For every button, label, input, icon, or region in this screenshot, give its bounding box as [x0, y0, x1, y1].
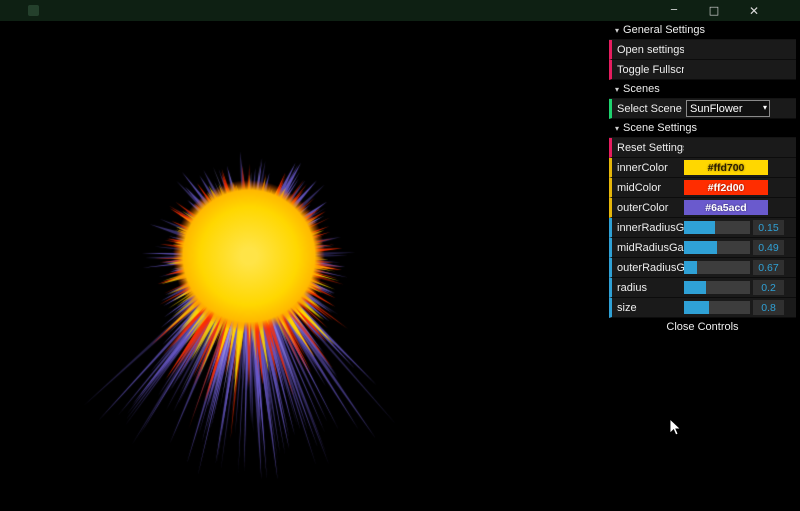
toggle-fullscreen-button[interactable]: Toggle Fullscreen	[609, 60, 796, 80]
row-label: radius	[617, 282, 684, 294]
select-scene-row: Select Scene SunFlower ▾	[609, 99, 796, 119]
row-label: innerRadiusGain	[617, 222, 684, 234]
slider-fill	[684, 241, 717, 254]
window-controls: ─ □ ✕	[654, 0, 774, 21]
radius-row: radius 0.2	[609, 278, 796, 298]
close-controls-button[interactable]: Close Controls	[609, 318, 796, 336]
folder-label: Scene Settings	[623, 122, 697, 134]
inner-radius-gain-row: innerRadiusGain 0.15	[609, 218, 796, 238]
row-label: Reset Settings	[617, 142, 684, 154]
outer-color-swatch[interactable]: #6a5acd	[684, 200, 768, 215]
reset-settings-button[interactable]: Reset Settings	[609, 138, 796, 158]
radius-value[interactable]: 0.2	[753, 280, 784, 295]
row-label: innerColor	[617, 162, 684, 174]
row-label: midRadiusGain	[617, 242, 684, 254]
inner-radius-gain-slider[interactable]	[684, 221, 750, 234]
row-label: size	[617, 302, 684, 314]
row-label: Open settings in Window	[617, 44, 684, 56]
title-bar: ─ □ ✕	[0, 0, 800, 21]
size-value[interactable]: 0.8	[753, 300, 784, 315]
row-label: Toggle Fullscreen	[617, 64, 684, 76]
scene-select[interactable]: SunFlower	[686, 100, 770, 117]
outer-radius-gain-row: outerRadiusGain 0.67	[609, 258, 796, 278]
folder-scenes[interactable]: ▾ Scenes	[609, 80, 796, 99]
inner-color-swatch[interactable]: #ffd700	[684, 160, 768, 175]
outer-radius-gain-slider[interactable]	[684, 261, 750, 274]
radius-slider[interactable]	[684, 281, 750, 294]
slider-fill	[684, 221, 715, 234]
minimize-button[interactable]: ─	[654, 0, 694, 21]
mid-radius-gain-row: midRadiusGain 0.49	[609, 238, 796, 258]
folder-label: General Settings	[623, 24, 705, 36]
outer-radius-gain-value[interactable]: 0.67	[753, 260, 784, 275]
scene-select-wrap: SunFlower ▾	[686, 100, 770, 117]
row-label: Select Scene	[617, 103, 684, 115]
slider-fill	[684, 301, 709, 314]
mid-radius-gain-value[interactable]: 0.49	[753, 240, 784, 255]
chevron-down-icon: ▾	[615, 85, 619, 94]
mid-radius-gain-slider[interactable]	[684, 241, 750, 254]
inner-color-row: innerColor #ffd700	[609, 158, 796, 178]
folder-general-settings[interactable]: ▾ General Settings	[609, 21, 796, 40]
folder-label: Scenes	[623, 83, 660, 95]
mid-color-row: midColor #ff2d00	[609, 178, 796, 198]
maximize-button[interactable]: □	[694, 0, 734, 21]
row-label: midColor	[617, 182, 684, 194]
chevron-down-icon: ▾	[615, 124, 619, 133]
slider-fill	[684, 281, 706, 294]
size-slider[interactable]	[684, 301, 750, 314]
mid-color-swatch[interactable]: #ff2d00	[684, 180, 768, 195]
control-panel: ▾ General Settings Open settings in Wind…	[609, 21, 796, 336]
chevron-down-icon: ▾	[615, 26, 619, 35]
folder-scene-settings[interactable]: ▾ Scene Settings	[609, 119, 796, 138]
app-icon[interactable]	[28, 5, 39, 16]
row-label: outerColor	[617, 202, 684, 214]
outer-color-row: outerColor #6a5acd	[609, 198, 796, 218]
slider-fill	[684, 261, 697, 274]
close-button[interactable]: ✕	[734, 0, 774, 21]
inner-radius-gain-value[interactable]: 0.15	[753, 220, 784, 235]
size-row: size 0.8	[609, 298, 796, 318]
open-settings-in-window-button[interactable]: Open settings in Window	[609, 40, 796, 60]
row-label: outerRadiusGain	[617, 262, 684, 274]
